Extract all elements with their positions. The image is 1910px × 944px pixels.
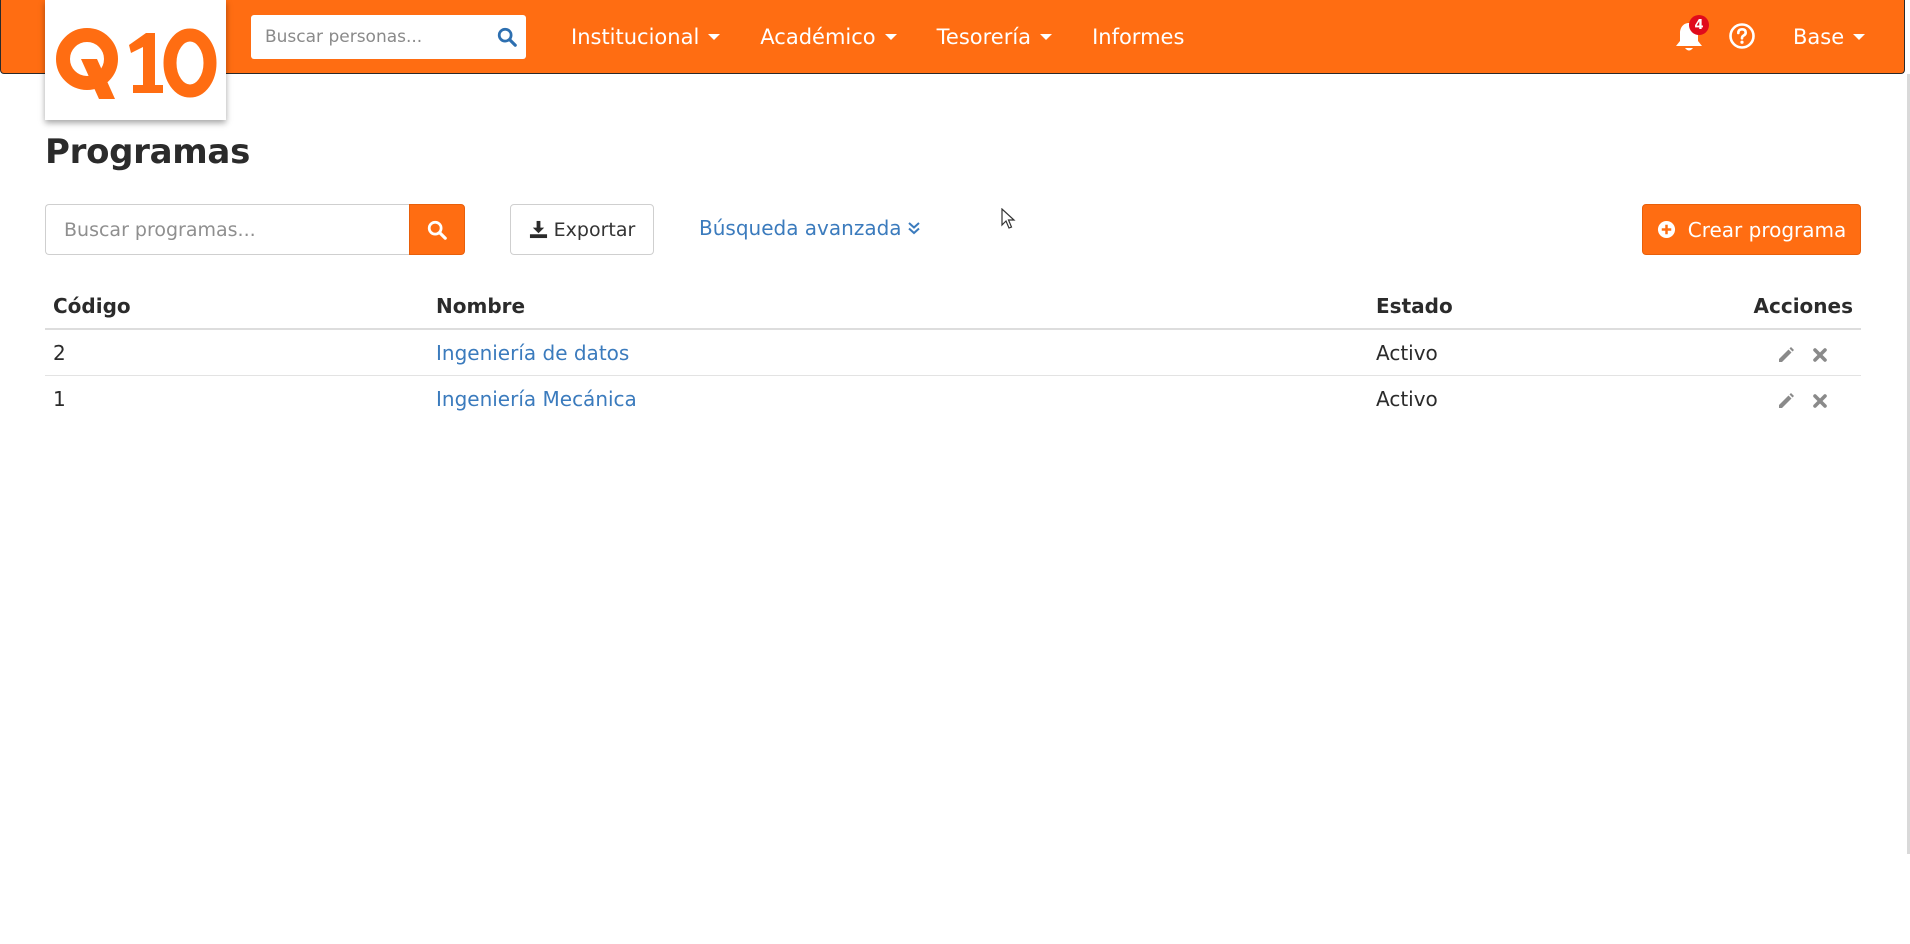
- top-navbar: Institucional Académico Tesorería Inform…: [0, 0, 1905, 74]
- pencil-icon[interactable]: [1777, 391, 1795, 409]
- menu-label: Institucional: [571, 25, 700, 49]
- people-search-box: [251, 15, 526, 59]
- plus-circle-icon: [1657, 220, 1675, 239]
- table-header-row: Código Nombre Estado Acciones: [45, 284, 1861, 330]
- table-row: 1 Ingeniería Mecánica Activo: [45, 376, 1861, 422]
- main-menu: Institucional Académico Tesorería Inform…: [571, 0, 1224, 74]
- export-label: Exportar: [553, 218, 636, 241]
- program-search-button[interactable]: [409, 204, 465, 255]
- header-code: Código: [45, 284, 428, 330]
- program-search-group: [45, 204, 465, 255]
- search-icon[interactable]: [496, 26, 518, 48]
- user-menu-label: Base: [1793, 25, 1845, 49]
- cell-state: Activo: [1376, 386, 1438, 411]
- pencil-icon[interactable]: [1777, 345, 1795, 363]
- cell-actions: [1744, 329, 1861, 376]
- menu-tesoreria[interactable]: Tesorería: [936, 25, 1053, 49]
- help-circle-icon[interactable]: [1728, 22, 1756, 50]
- header-actions: Acciones: [1744, 284, 1861, 330]
- program-link[interactable]: Ingeniería Mecánica: [436, 387, 637, 411]
- export-button[interactable]: Exportar: [510, 204, 654, 255]
- notification-badge: 4: [1689, 15, 1709, 35]
- header-name: Nombre: [428, 284, 1368, 330]
- cell-name: Ingeniería Mecánica: [428, 376, 1368, 422]
- advanced-search-label: Búsqueda avanzada: [699, 216, 902, 240]
- double-chevron-down-icon: [907, 222, 920, 235]
- advanced-search-link[interactable]: Búsqueda avanzada: [699, 216, 920, 240]
- program-search-input[interactable]: [45, 204, 409, 255]
- caret-down-icon: [708, 34, 721, 40]
- cell-code: 1: [53, 386, 66, 411]
- page-title: Programas: [45, 132, 251, 172]
- close-icon[interactable]: [1811, 345, 1829, 363]
- search-icon: [427, 220, 447, 240]
- people-search-input[interactable]: [251, 15, 486, 59]
- menu-institucional[interactable]: Institucional: [571, 25, 721, 49]
- q10-logo: [55, 28, 216, 99]
- menu-informes[interactable]: Informes: [1092, 25, 1184, 49]
- menu-label: Informes: [1092, 25, 1185, 49]
- caret-down-icon: [884, 34, 897, 40]
- cell-state: Activo: [1368, 329, 1744, 376]
- mouse-cursor-icon: [1001, 208, 1016, 229]
- menu-academico[interactable]: Académico: [760, 25, 897, 49]
- cell-code: 2: [45, 329, 428, 376]
- caret-down-icon: [1853, 34, 1866, 40]
- program-link[interactable]: Ingeniería de datos: [436, 341, 629, 365]
- header-state: Estado: [1368, 284, 1744, 330]
- caret-down-icon: [1040, 34, 1053, 40]
- cell-name: Ingeniería de datos: [428, 329, 1368, 376]
- menu-label: Tesorería: [936, 25, 1032, 49]
- app-logo[interactable]: [45, 0, 226, 120]
- create-program-label: Crear programa: [1687, 217, 1847, 242]
- close-icon[interactable]: [1811, 391, 1829, 409]
- menu-label: Académico: [760, 25, 876, 49]
- download-icon: [529, 220, 547, 239]
- create-program-button[interactable]: Crear programa: [1642, 204, 1861, 255]
- cell-actions: [1744, 376, 1861, 422]
- programs-table: Código Nombre Estado Acciones 2 Ingenier…: [45, 284, 1861, 421]
- user-menu[interactable]: Base: [1793, 0, 1866, 74]
- table-row: 2 Ingeniería de datos Activo: [45, 329, 1861, 376]
